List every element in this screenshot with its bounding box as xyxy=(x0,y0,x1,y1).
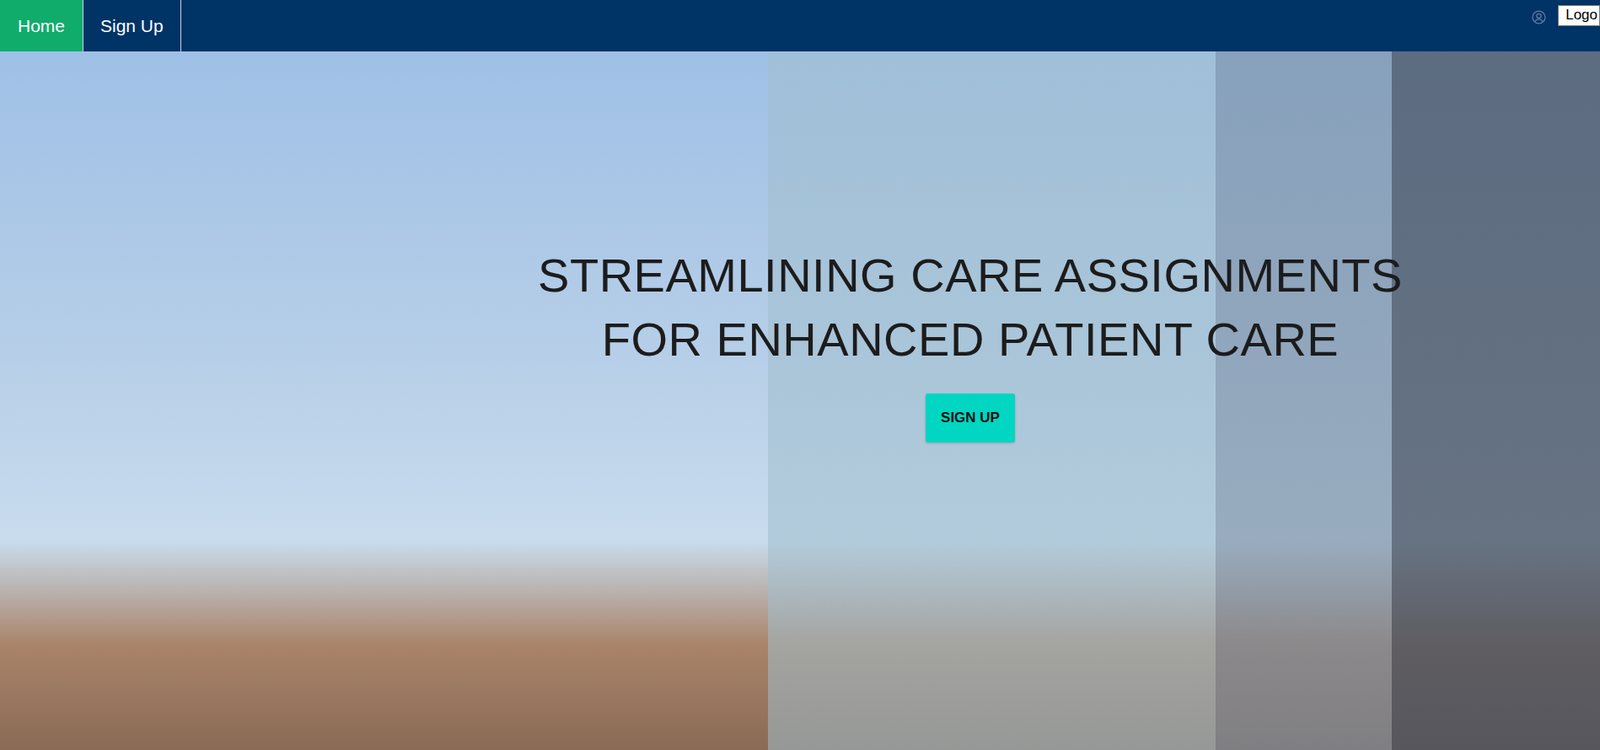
nav-tab[interactable]: Home xyxy=(0,0,84,52)
top-navbar: HomeSign Up Logo xyxy=(0,0,1600,52)
hero-heading: STREAMLINING CARE ASSIGNMENTSFOR ENHANCE… xyxy=(505,243,1435,372)
nav-tab[interactable]: Sign Up xyxy=(83,0,182,52)
heading-line: FOR ENHANCED PATIENT CARE xyxy=(505,307,1435,372)
nav-spacer xyxy=(181,0,1532,52)
hero-banner: STREAMLINING CARE ASSIGNMENTSFOR ENHANCE… xyxy=(0,51,1600,750)
signup-button[interactable]: SIGN UP xyxy=(925,393,1015,443)
heading-line: STREAMLINING CARE ASSIGNMENTS xyxy=(505,243,1435,308)
user-icon[interactable] xyxy=(1531,10,1547,25)
logo-button[interactable]: Logo xyxy=(1557,5,1600,27)
nav-actions: Logo xyxy=(1531,0,1600,52)
